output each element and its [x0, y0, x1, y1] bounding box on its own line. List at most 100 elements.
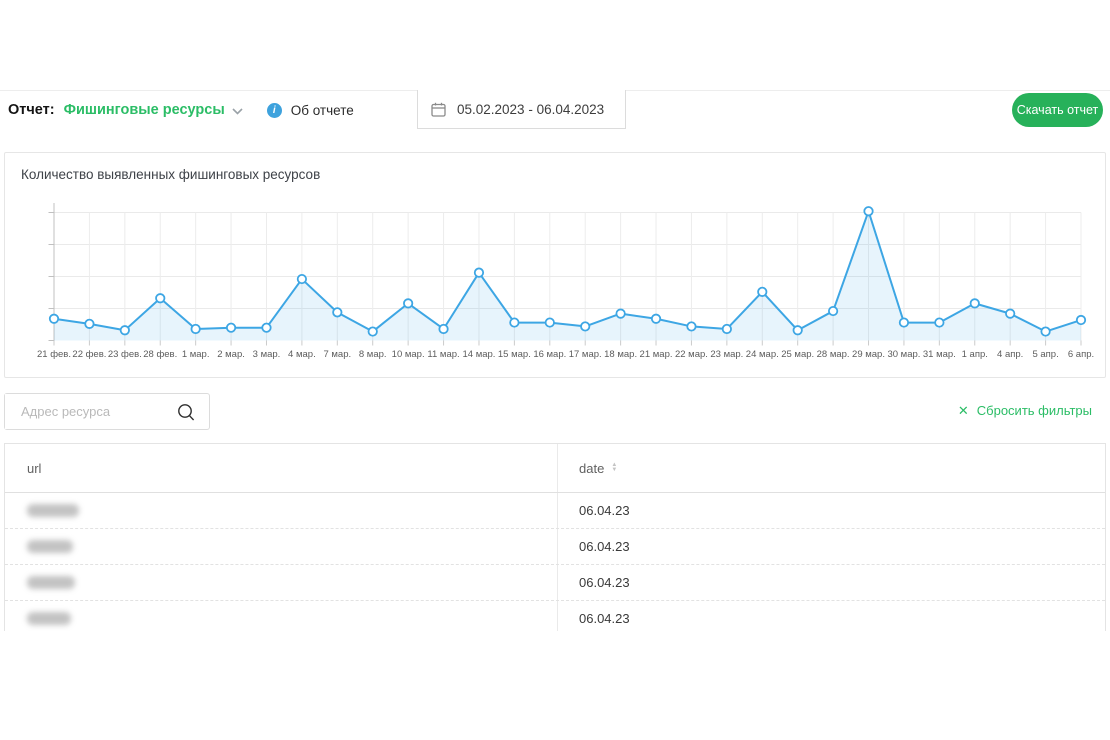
- date-range-value: 05.02.2023 - 06.04.2023: [457, 102, 604, 117]
- table-row: 06.04.23: [5, 529, 1105, 565]
- data-point: [50, 315, 58, 323]
- data-point: [1041, 327, 1049, 335]
- x-axis-label: 2 мар.: [217, 349, 245, 360]
- x-axis-label: 17 мар.: [569, 349, 602, 360]
- chart-card: Количество выявленных фишинговых ресурсо…: [4, 152, 1106, 378]
- url-redacted-blob: [27, 612, 71, 625]
- data-point: [298, 275, 306, 283]
- download-report-button[interactable]: Скачать отчет: [1012, 93, 1103, 127]
- report-toolbar: Отчет: Фишинговые ресурсы i Об отчете: [8, 96, 354, 124]
- x-axis-label: 25 мар.: [781, 349, 814, 360]
- data-point: [475, 268, 483, 276]
- x-axis-label: 31 мар.: [923, 349, 956, 360]
- data-point: [935, 318, 943, 326]
- url-redacted-blob: [27, 540, 73, 553]
- data-point: [864, 207, 872, 215]
- data-point: [971, 299, 979, 307]
- x-axis-label: 8 мар.: [359, 349, 387, 360]
- url-redacted-blob: [27, 504, 79, 517]
- data-point: [546, 318, 554, 326]
- date-range-picker[interactable]: 05.02.2023 - 06.04.2023: [417, 90, 626, 129]
- data-point: [191, 325, 199, 333]
- x-axis-label: 11 мар.: [427, 349, 459, 360]
- phishing-line-chart: 21 фев.22 фев.23 фев.28 фев. 1 мар. 2 мар.…: [5, 153, 1107, 379]
- x-axis-label: 28 мар.: [817, 349, 850, 360]
- date-cell: 06.04.23: [579, 611, 630, 626]
- data-point: [581, 322, 589, 330]
- series-line: [54, 211, 1081, 331]
- data-point: [439, 325, 447, 333]
- reset-filters-label: Сбросить фильтры: [977, 403, 1092, 418]
- x-axis-label: 21 фев.: [37, 349, 71, 360]
- search-input-wrapper: [4, 393, 210, 430]
- x-axis-label: 1 мар.: [182, 349, 210, 360]
- data-point: [85, 320, 93, 328]
- report-label: Отчет:: [8, 102, 55, 118]
- x-axis-label: 24 мар.: [746, 349, 779, 360]
- about-report-link[interactable]: i Об отчете: [267, 103, 354, 118]
- search-icon[interactable]: [176, 402, 197, 423]
- data-point: [900, 318, 908, 326]
- x-axis-label: 15 мар.: [498, 349, 531, 360]
- x-axis-label: 7 мар.: [323, 349, 351, 360]
- column-header-date[interactable]: date ▲▼: [579, 461, 617, 476]
- calendar-icon: [431, 102, 446, 117]
- table-row: 06.04.23: [5, 565, 1105, 601]
- date-cell: 06.04.23: [579, 503, 630, 518]
- data-point: [156, 294, 164, 302]
- url-redacted-blob: [27, 576, 75, 589]
- x-axis-label: 22 мар.: [675, 349, 708, 360]
- chevron-down-icon: [232, 108, 243, 115]
- x-axis-label: 21 мар.: [640, 349, 673, 360]
- x-axis-label: 22 фев.: [72, 349, 106, 360]
- x-axis-label: 5 апр.: [1032, 349, 1058, 360]
- x-axis-label: 28 фев.: [143, 349, 177, 360]
- data-point: [829, 307, 837, 315]
- series-area: [54, 211, 1081, 340]
- data-point: [652, 315, 660, 323]
- x-axis-label: 1 апр.: [962, 349, 988, 360]
- data-point: [262, 324, 270, 332]
- report-type-value: Фишинговые ресурсы: [64, 102, 225, 118]
- data-point: [227, 324, 235, 332]
- x-axis-label: 29 мар.: [852, 349, 885, 360]
- data-point: [616, 309, 624, 317]
- data-point: [723, 325, 731, 333]
- sort-icon: ▲▼: [611, 463, 617, 474]
- data-point: [758, 288, 766, 296]
- column-header-date-label: date: [579, 461, 604, 476]
- x-axis-label: 16 мар.: [533, 349, 566, 360]
- reset-filters-link[interactable]: ✕ Сбросить фильтры: [958, 403, 1092, 418]
- search-input[interactable]: [5, 394, 175, 429]
- x-axis-label: 18 мар.: [604, 349, 637, 360]
- data-point: [793, 326, 801, 334]
- x-axis-label: 4 апр.: [997, 349, 1023, 360]
- table-row: 06.04.23: [5, 601, 1105, 631]
- table-body: 06.04.23 06.04.23 06.04.23 06.04.23: [5, 493, 1105, 631]
- data-point: [1006, 309, 1014, 317]
- info-icon: i: [267, 103, 282, 118]
- x-axis-label: 4 мар.: [288, 349, 316, 360]
- close-icon: ✕: [958, 404, 969, 417]
- data-point: [687, 322, 695, 330]
- data-point: [510, 318, 518, 326]
- x-axis-label: 23 фев.: [108, 349, 142, 360]
- x-axis-label: 30 мар.: [887, 349, 920, 360]
- about-report-label: Об отчете: [291, 103, 354, 118]
- date-cell: 06.04.23: [579, 539, 630, 554]
- data-point: [333, 308, 341, 316]
- data-point: [1077, 316, 1085, 324]
- table-row: 06.04.23: [5, 493, 1105, 529]
- x-axis-label: 6 апр.: [1068, 349, 1094, 360]
- report-type-dropdown[interactable]: Фишинговые ресурсы: [64, 102, 243, 118]
- x-axis-label: 14 мар.: [462, 349, 495, 360]
- table-header: url date ▲▼: [5, 444, 1105, 493]
- column-header-url[interactable]: url: [27, 461, 41, 476]
- date-cell: 06.04.23: [579, 575, 630, 590]
- data-point: [369, 327, 377, 335]
- results-table: url date ▲▼ 06.04.2306.04.2306.04.2306.0…: [4, 443, 1106, 631]
- x-axis-label: 3 мар.: [253, 349, 281, 360]
- x-axis-label: 10 мар.: [392, 349, 425, 360]
- data-point: [404, 299, 412, 307]
- x-axis-label: 23 мар.: [710, 349, 743, 360]
